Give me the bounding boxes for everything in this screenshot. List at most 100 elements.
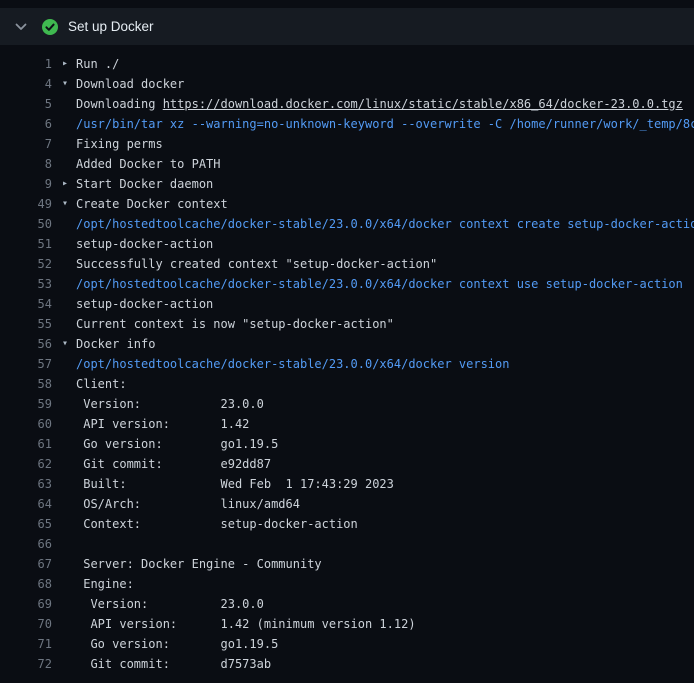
- log-text: Run ./: [76, 54, 119, 74]
- log-plain-text: Create Docker context: [76, 197, 228, 211]
- expand-group-icon[interactable]: ▸: [62, 54, 76, 74]
- arrow-spacer: [62, 514, 76, 534]
- log-plain-text: Context: setup-docker-action: [76, 517, 358, 531]
- actions-log-page: Set up Docker 1▸Run ./4▾Download docker5…: [0, 0, 694, 683]
- log-group-line[interactable]: 1 ▸Run ./: [0, 54, 694, 74]
- log-text: Built: Wed Feb 1 17:43:29 2023: [76, 474, 394, 494]
- log-text: Current context is now "setup-docker-act…: [76, 314, 394, 334]
- log-plain-text: Fixing perms: [76, 137, 163, 151]
- line-number-link[interactable]: 70: [0, 614, 52, 634]
- log-plain-text: Docker info: [76, 337, 155, 351]
- line-number-link[interactable]: 7: [0, 134, 52, 154]
- line-number-link[interactable]: 71: [0, 634, 52, 654]
- line-number-link[interactable]: 4: [0, 74, 52, 94]
- line-number-link[interactable]: 53: [0, 274, 52, 294]
- log-plain-text: Git commit: e92dd87: [76, 457, 271, 471]
- log-text: Fixing perms: [76, 134, 163, 154]
- arrow-spacer: [62, 114, 76, 134]
- log-text: Engine:: [76, 574, 134, 594]
- line-number-link[interactable]: 61: [0, 434, 52, 454]
- arrow-spacer: [62, 294, 76, 314]
- line-number-link[interactable]: 72: [0, 654, 52, 674]
- log-group-line[interactable]: 9 ▸Start Docker daemon: [0, 174, 694, 194]
- log-text: Git commit: e92dd87: [76, 454, 271, 474]
- log-command-text: /opt/hostedtoolcache/docker-stable/23.0.…: [76, 357, 509, 371]
- expand-group-icon[interactable]: ▸: [62, 174, 76, 194]
- line-number-link[interactable]: 49: [0, 194, 52, 214]
- log-line: 51 setup-docker-action: [0, 234, 694, 254]
- log-line: 66: [0, 534, 694, 554]
- log-line: 5 Downloading https://download.docker.com…: [0, 94, 694, 114]
- line-number-link[interactable]: 56: [0, 334, 52, 354]
- log-plain-text: Server: Docker Engine - Community: [76, 557, 322, 571]
- log-text: /opt/hostedtoolcache/docker-stable/23.0.…: [76, 354, 509, 374]
- arrow-spacer: [62, 434, 76, 454]
- line-number-link[interactable]: 68: [0, 574, 52, 594]
- collapse-group-icon[interactable]: ▾: [62, 194, 76, 214]
- line-number-link[interactable]: 57: [0, 354, 52, 374]
- chevron-down-icon[interactable]: [14, 20, 28, 34]
- collapse-group-icon[interactable]: ▾: [62, 74, 76, 94]
- line-number-link[interactable]: 60: [0, 414, 52, 434]
- log-url-link[interactable]: https://download.docker.com/linux/static…: [163, 97, 683, 111]
- log-command-text: /opt/hostedtoolcache/docker-stable/23.0.…: [76, 217, 694, 231]
- arrow-spacer: [62, 414, 76, 434]
- log-line: 54 setup-docker-action: [0, 294, 694, 314]
- line-number-link[interactable]: 58: [0, 374, 52, 394]
- log-text: Successfully created context "setup-dock…: [76, 254, 437, 274]
- log-plain-text: setup-docker-action: [76, 237, 213, 251]
- line-number-link[interactable]: 52: [0, 254, 52, 274]
- log-line: 60 API version: 1.42: [0, 414, 694, 434]
- log-line: 72 Git commit: d7573ab: [0, 654, 694, 674]
- line-number-link[interactable]: 1: [0, 54, 52, 74]
- log-line: 71 Go version: go1.19.5: [0, 634, 694, 654]
- line-number-link[interactable]: 8: [0, 154, 52, 174]
- line-number-link[interactable]: 6: [0, 114, 52, 134]
- line-number-link[interactable]: 65: [0, 514, 52, 534]
- log-text: /opt/hostedtoolcache/docker-stable/23.0.…: [76, 274, 683, 294]
- log-group-line[interactable]: 4 ▾Download docker: [0, 74, 694, 94]
- line-number-link[interactable]: 51: [0, 234, 52, 254]
- line-number-link[interactable]: 64: [0, 494, 52, 514]
- log-group-line[interactable]: 49 ▾Create Docker context: [0, 194, 694, 214]
- log-text: Download docker: [76, 74, 184, 94]
- line-number-link[interactable]: 54: [0, 294, 52, 314]
- log-plain-text: Go version: go1.19.5: [76, 637, 278, 651]
- line-number-link[interactable]: 62: [0, 454, 52, 474]
- log-plain-text: Download docker: [76, 77, 184, 91]
- success-check-icon: [42, 19, 58, 35]
- arrow-spacer: [62, 354, 76, 374]
- arrow-spacer: [62, 574, 76, 594]
- line-number-link[interactable]: 55: [0, 314, 52, 334]
- line-number-link[interactable]: 67: [0, 554, 52, 574]
- log-text: setup-docker-action: [76, 294, 213, 314]
- log-group-line[interactable]: 56 ▾Docker info: [0, 334, 694, 354]
- arrow-spacer: [62, 634, 76, 654]
- arrow-spacer: [62, 214, 76, 234]
- line-number-link[interactable]: 69: [0, 594, 52, 614]
- log-line: 53/opt/hostedtoolcache/docker-stable/23.…: [0, 274, 694, 294]
- line-number-link[interactable]: 5: [0, 94, 52, 114]
- line-number-link[interactable]: 59: [0, 394, 52, 414]
- log-command-text: /usr/bin/tar xz --warning=no-unknown-key…: [76, 117, 694, 131]
- log-line: 50/opt/hostedtoolcache/docker-stable/23.…: [0, 214, 694, 234]
- log-plain-text: Downloading: [76, 97, 163, 111]
- arrow-spacer: [62, 154, 76, 174]
- log-text: Start Docker daemon: [76, 174, 213, 194]
- log-text: Version: 23.0.0: [76, 394, 264, 414]
- log-plain-text: OS/Arch: linux/amd64: [76, 497, 300, 511]
- log-line: 6/usr/bin/tar xz --warning=no-unknown-ke…: [0, 114, 694, 134]
- log-text: API version: 1.42: [76, 414, 249, 434]
- log-plain-text: Added Docker to PATH: [76, 157, 221, 171]
- log-line: 68 Engine:: [0, 574, 694, 594]
- line-number-link[interactable]: 9: [0, 174, 52, 194]
- arrow-spacer: [62, 134, 76, 154]
- line-number-link[interactable]: 66: [0, 534, 52, 554]
- log-command-text: /opt/hostedtoolcache/docker-stable/23.0.…: [76, 277, 683, 291]
- arrow-spacer: [62, 94, 76, 114]
- step-header[interactable]: Set up Docker: [0, 8, 694, 45]
- log-plain-text: setup-docker-action: [76, 297, 213, 311]
- line-number-link[interactable]: 50: [0, 214, 52, 234]
- collapse-group-icon[interactable]: ▾: [62, 334, 76, 354]
- line-number-link[interactable]: 63: [0, 474, 52, 494]
